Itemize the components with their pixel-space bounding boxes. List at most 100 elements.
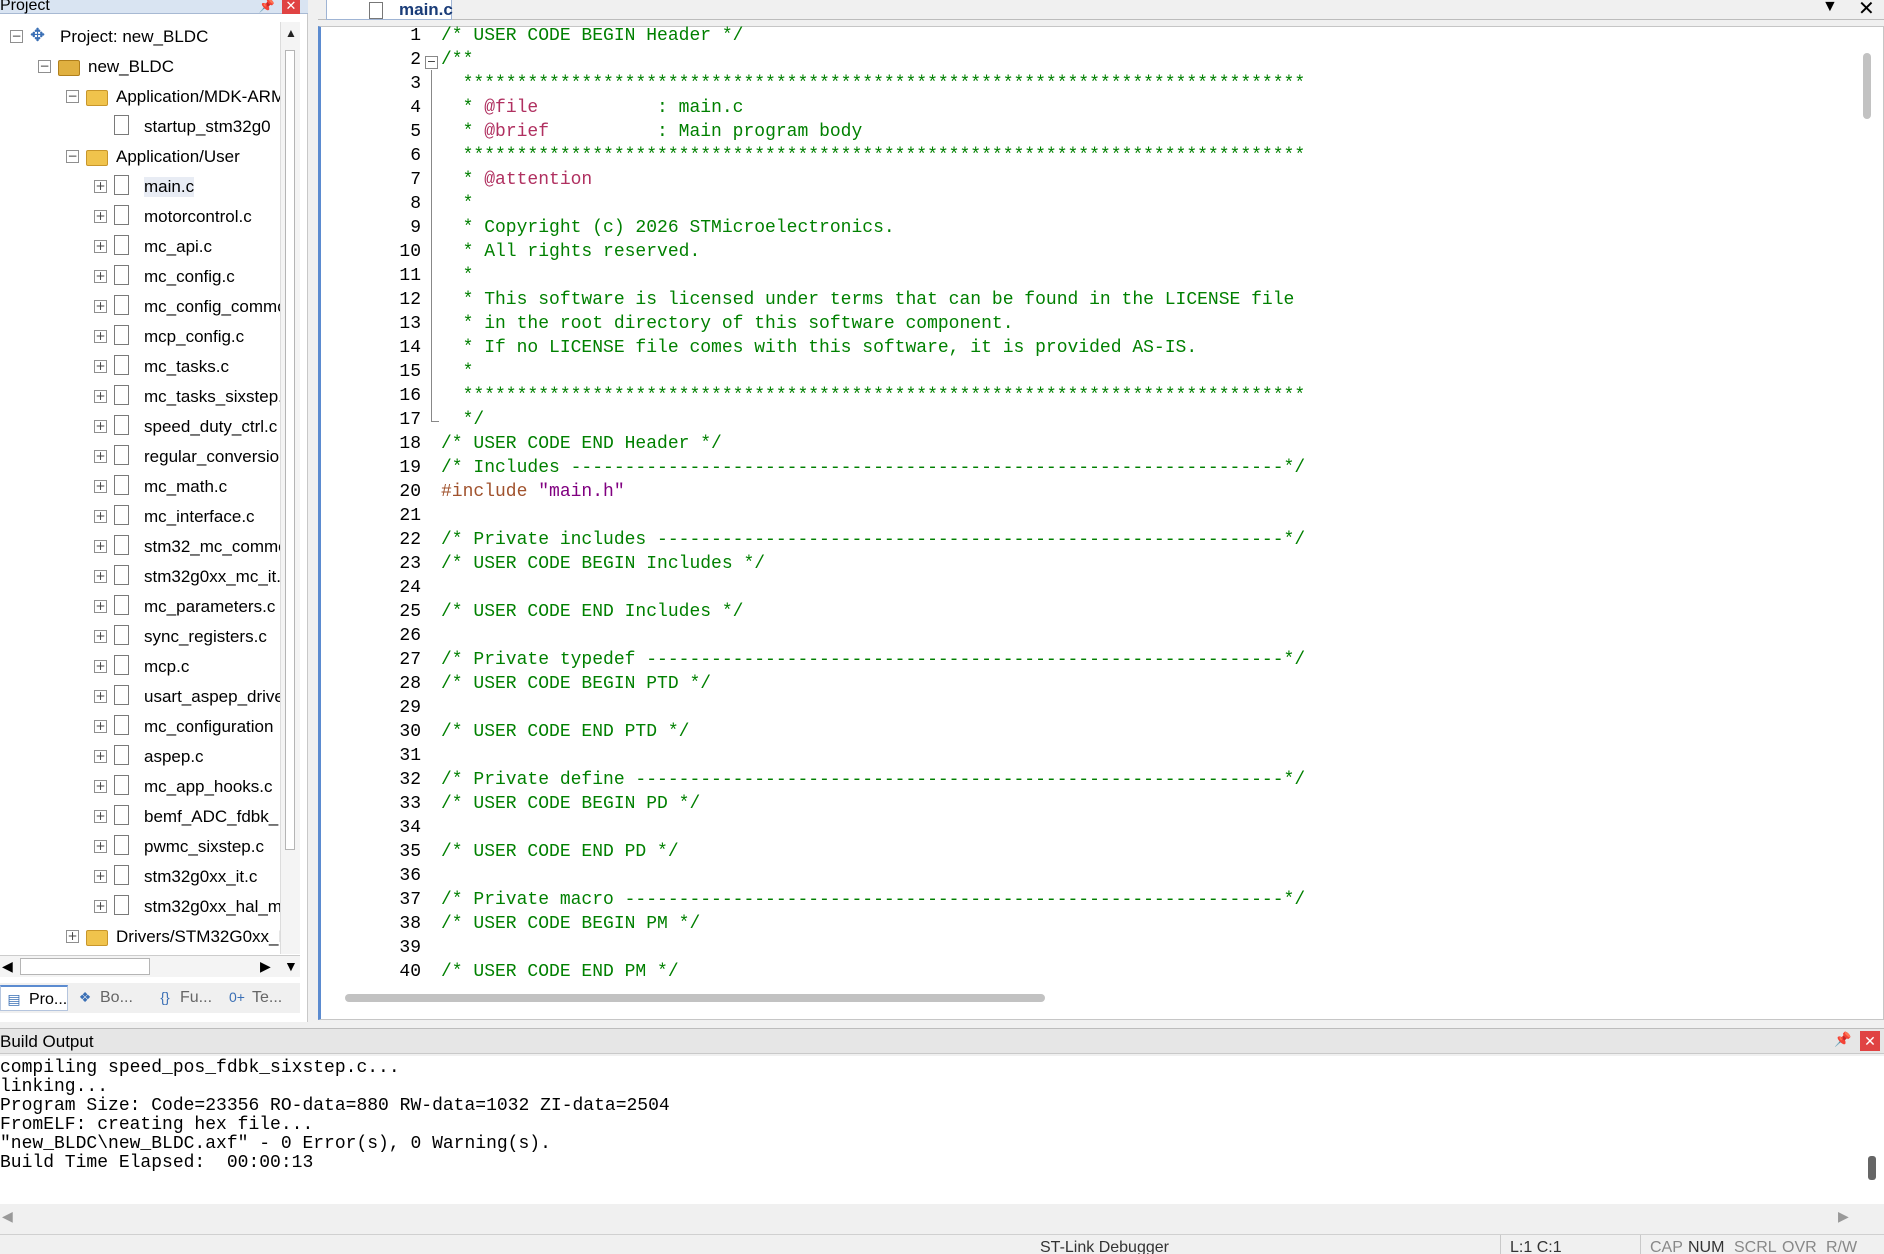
close-icon[interactable]: ✕ [1860, 1031, 1880, 1051]
tree-item[interactable]: + stm32g0xx_hal_m [0, 892, 280, 922]
tree-item[interactable]: + pwmc_sixstep.c [0, 832, 280, 862]
expand-icon[interactable]: + [94, 870, 107, 883]
tree-item-label: mcp_config.c [144, 327, 245, 346]
tree-item[interactable]: + bemf_ADC_fdbk_ [0, 802, 280, 832]
editor-horizontal-scrollbar[interactable] [345, 994, 1045, 1002]
expand-icon[interactable]: + [66, 930, 79, 943]
expand-icon[interactable]: + [94, 630, 107, 643]
tree-item[interactable]: + mcp_config.c [0, 322, 280, 352]
code-line: * This software is licensed under terms … [441, 290, 1295, 310]
scroll-right-arrow-icon[interactable]: ▶ [260, 958, 271, 975]
project-icon: ✥ [30, 25, 46, 45]
expand-icon[interactable]: + [94, 300, 107, 313]
expand-icon[interactable]: + [94, 600, 107, 613]
tree-item[interactable]: + regular_conversion [0, 442, 280, 472]
tree-item[interactable]: startup_stm32g0 [0, 112, 280, 142]
editor-vertical-scrollbar[interactable] [1863, 53, 1871, 119]
scrollbar-thumb[interactable] [285, 50, 295, 850]
tree-item[interactable]: + mc_tasks_sixstep.c [0, 382, 280, 412]
expand-icon[interactable]: + [94, 690, 107, 703]
tree-item[interactable]: + mcp.c [0, 652, 280, 682]
tree-item-label: mc_config_common.c [144, 297, 280, 316]
expand-icon[interactable]: + [94, 480, 107, 493]
build-output-scrollbar[interactable] [1868, 1156, 1876, 1180]
pin-icon[interactable]: 📌 [1834, 1031, 1851, 1048]
scrollbar-thumb[interactable] [20, 958, 150, 975]
expand-icon[interactable]: + [94, 780, 107, 793]
build-output-horizontal-scrollbar[interactable]: ◀ ▶ [0, 1208, 1884, 1228]
tree-item[interactable]: + mc_app_hooks.c [0, 772, 280, 802]
tree-item[interactable]: + mc_interface.c [0, 502, 280, 532]
tree-item[interactable]: + usart_aspep_driver [0, 682, 280, 712]
tree-item[interactable]: − ✥ Project: new_BLDC [0, 22, 280, 52]
tree-item[interactable]: − new_BLDC [0, 52, 280, 82]
tree-item[interactable]: + mc_configuration [0, 712, 280, 742]
tree-item[interactable]: + stm32g0xx_it.c [0, 862, 280, 892]
expand-icon[interactable]: + [94, 330, 107, 343]
scroll-down-arrow-icon[interactable]: ▼ [284, 958, 298, 974]
tree-item[interactable]: + sync_registers.c [0, 622, 280, 652]
panel-tab[interactable]: 0+ Te... [224, 985, 282, 1011]
panel-tab-label: Fu... [180, 989, 213, 1006]
tree-item[interactable]: + mc_math.c [0, 472, 280, 502]
file-icon [114, 265, 129, 285]
fold-collapse-icon[interactable]: − [425, 56, 438, 69]
panel-tab[interactable]: ❖ Bo... [72, 985, 133, 1011]
close-icon[interactable]: ✕ [282, 0, 300, 14]
expand-icon[interactable]: + [94, 360, 107, 373]
scroll-left-arrow-icon[interactable]: ◀ [2, 958, 13, 975]
tree-item[interactable]: + mc_parameters.c [0, 592, 280, 622]
close-icon[interactable]: ✕ [1858, 0, 1875, 21]
file-icon [114, 415, 129, 435]
tree-item[interactable]: + stm32_mc_common [0, 532, 280, 562]
tree-item[interactable]: + Drivers/STM32G0xx_HAL [0, 922, 280, 952]
expand-icon[interactable]: + [94, 720, 107, 733]
expand-icon[interactable]: + [94, 390, 107, 403]
tree-item[interactable]: + mc_config_common.c [0, 292, 280, 322]
expand-icon[interactable]: + [94, 810, 107, 823]
expand-icon[interactable]: + [94, 660, 107, 673]
code-token: * All rights reserved. [441, 242, 701, 262]
tree-horizontal-scrollbar[interactable]: ◀ ▶ ▼ [0, 955, 300, 977]
scroll-up-arrow-icon[interactable]: ▲ [285, 26, 297, 40]
editor-tab-main-c[interactable]: main.c [326, 0, 453, 20]
tree-item[interactable]: + motorcontrol.c [0, 202, 280, 232]
tree-item[interactable]: + stm32g0xx_mc_it.c [0, 562, 280, 592]
build-output-line: Build Time Elapsed: 00:00:13 [0, 1153, 314, 1173]
tree-item[interactable]: + speed_duty_ctrl.c [0, 412, 280, 442]
panel-tab[interactable]: ▤ Pro... [0, 985, 69, 1011]
code-line: /* USER CODE BEGIN PTD */ [441, 674, 711, 694]
expand-icon[interactable]: + [94, 180, 107, 193]
expand-icon[interactable]: + [94, 750, 107, 763]
tree-item[interactable]: + mc_api.c [0, 232, 280, 262]
line-number: 28 [399, 674, 421, 694]
tree-item[interactable]: + mc_tasks.c [0, 352, 280, 382]
tree-vertical-scrollbar[interactable]: ▲ [280, 22, 300, 954]
collapse-icon[interactable]: − [38, 60, 51, 73]
tree-item[interactable]: + main.c [0, 172, 280, 202]
code-editor[interactable]: 1 2 3 4 5 6 7 8 9 10 11 12 13 14 15 16 17 18 19 20 21 22 23 24 2… [318, 26, 1884, 1020]
expand-icon[interactable]: + [94, 210, 107, 223]
panel-tab[interactable]: {} Fu... [152, 985, 212, 1011]
collapse-icon[interactable]: − [66, 150, 79, 163]
build-output-text[interactable]: compiling speed_pos_fdbk_sixstep.c... lin… [0, 1056, 1884, 1204]
chevron-down-icon[interactable]: ▼ [1822, 0, 1838, 16]
scroll-left-arrow-icon[interactable]: ◀ [2, 1208, 13, 1225]
tree-item[interactable]: − Application/MDK-ARM [0, 82, 280, 112]
scroll-right-arrow-icon[interactable]: ▶ [1838, 1208, 1849, 1225]
expand-icon[interactable]: + [94, 510, 107, 523]
expand-icon[interactable]: + [94, 570, 107, 583]
tree-item[interactable]: + mc_config.c [0, 262, 280, 292]
expand-icon[interactable]: + [94, 840, 107, 853]
expand-icon[interactable]: + [94, 900, 107, 913]
expand-icon[interactable]: + [94, 420, 107, 433]
tree-item[interactable]: + aspep.c [0, 742, 280, 772]
expand-icon[interactable]: + [94, 450, 107, 463]
pin-icon[interactable]: 📌 [258, 0, 276, 14]
collapse-icon[interactable]: − [10, 30, 23, 43]
tree-item[interactable]: − Application/User [0, 142, 280, 172]
expand-icon[interactable]: + [94, 240, 107, 253]
collapse-icon[interactable]: − [66, 90, 79, 103]
expand-icon[interactable]: + [94, 540, 107, 553]
expand-icon[interactable]: + [94, 270, 107, 283]
